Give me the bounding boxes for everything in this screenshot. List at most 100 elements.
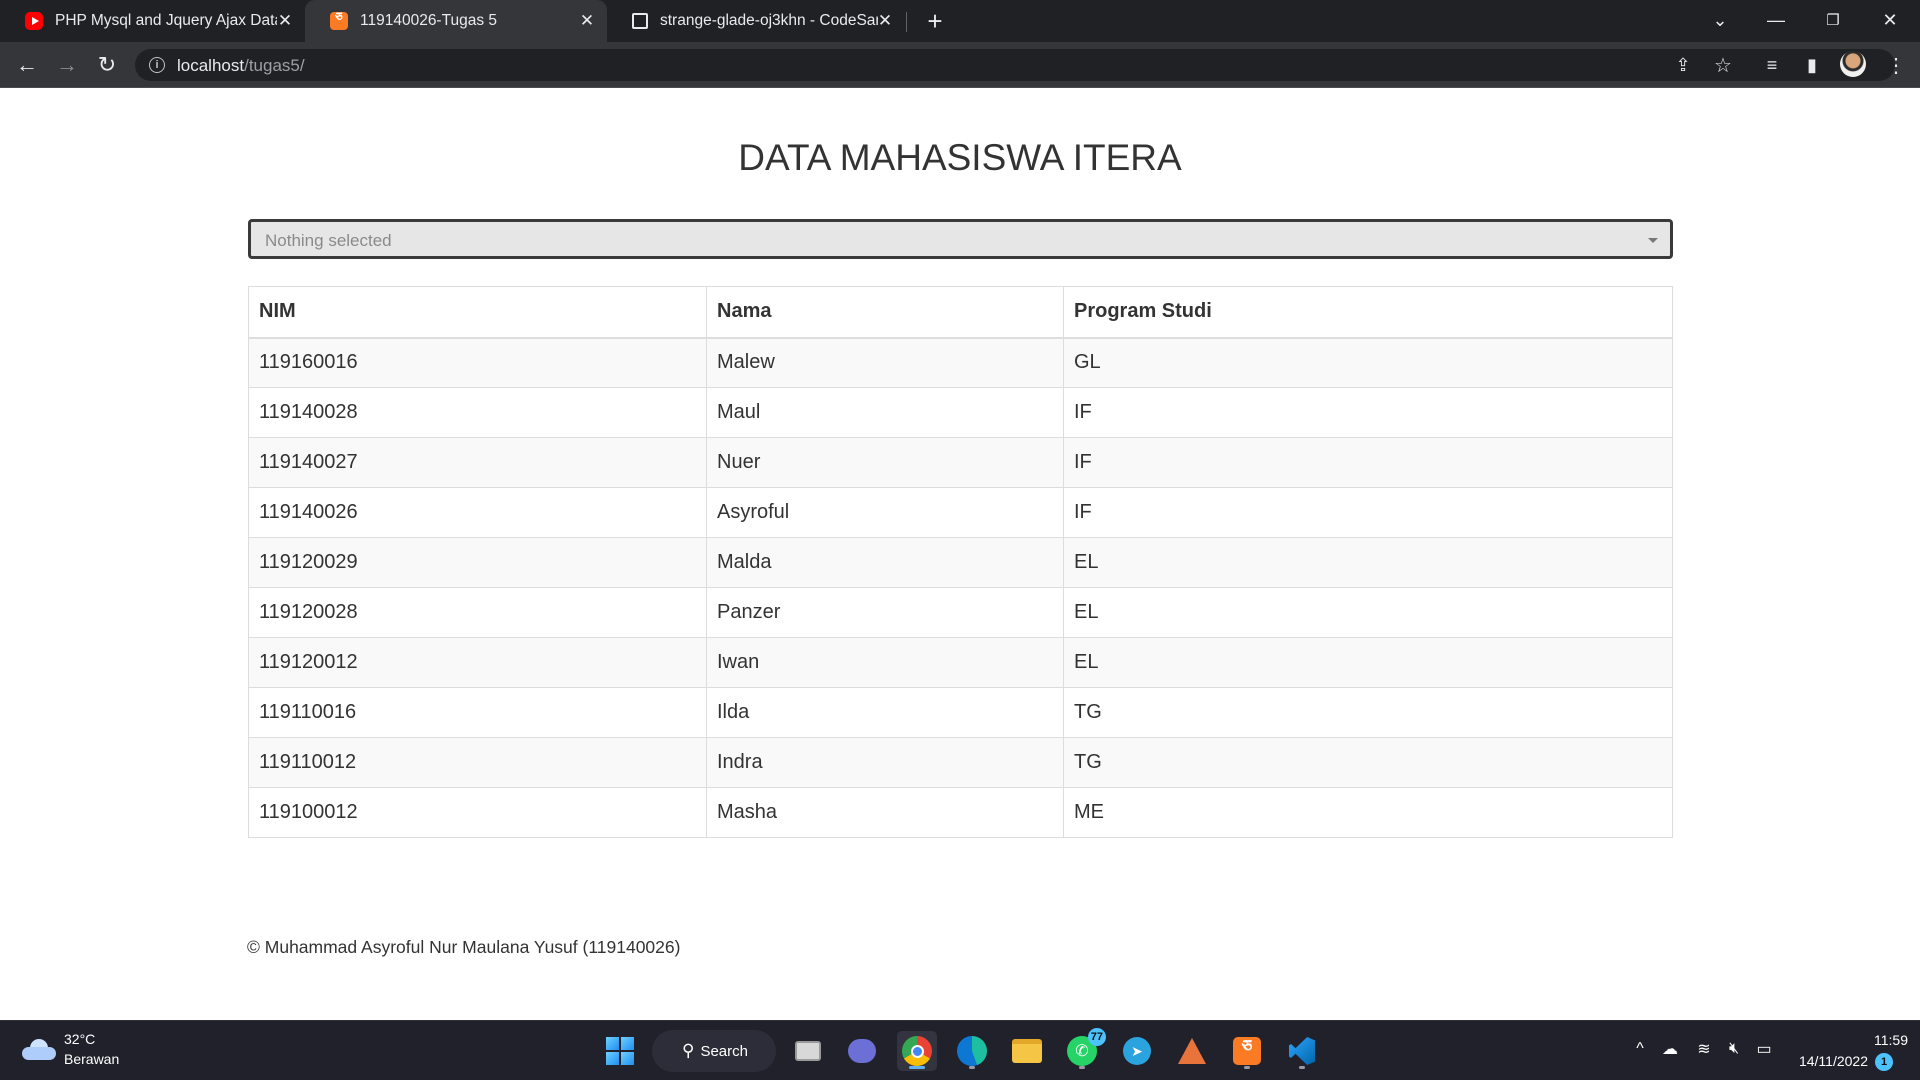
column-header-program-studi: Program Studi xyxy=(1063,286,1673,339)
address-bar[interactable]: i localhost/tugas5/ xyxy=(135,49,1895,81)
cell-program-studi: GL xyxy=(1063,337,1673,388)
tab-youtube[interactable]: PHP Mysql and Jquery Ajax Data ✕ xyxy=(0,0,305,42)
reload-icon[interactable]: ↻ xyxy=(91,49,123,81)
xampp-icon: ཅ xyxy=(330,10,348,30)
cell-program-studi: TG xyxy=(1063,737,1673,788)
bookmark-star-icon[interactable]: ☆ xyxy=(1707,49,1739,81)
cell-nama: Iwan xyxy=(706,637,1064,688)
teams-chat-button[interactable] xyxy=(842,1031,882,1071)
side-panel-icon[interactable]: ▮ xyxy=(1796,49,1828,81)
cell-nim: 119160016 xyxy=(248,337,707,388)
close-icon[interactable]: ✕ xyxy=(577,11,597,31)
chrome-icon xyxy=(902,1036,932,1066)
cell-program-studi: EL xyxy=(1063,637,1673,688)
weather-description[interactable]: Berawan xyxy=(64,1051,119,1067)
table-row: 119140026 Asyroful IF xyxy=(248,487,1673,538)
forward-arrow-icon[interactable]: → xyxy=(51,49,83,81)
clock-time[interactable]: 11:59 xyxy=(1834,1032,1908,1048)
cell-nim: 119140026 xyxy=(248,487,707,538)
windows-taskbar: 32°C Berawan ⚲ Search ✆ 77 ➤ ཅ ^ ☁ ≋ 🔇︎ … xyxy=(0,1020,1920,1080)
cell-nama: Asyroful xyxy=(706,487,1064,538)
battery-icon[interactable]: ▭ xyxy=(1750,1035,1778,1063)
filter-select-dropdown[interactable]: Nothing selected xyxy=(248,219,1673,259)
cell-nim: 119140028 xyxy=(248,387,707,438)
back-arrow-icon[interactable]: ← xyxy=(11,49,43,81)
chrome-taskbar-button[interactable] xyxy=(897,1031,937,1071)
cell-nim: 119120012 xyxy=(248,637,707,688)
tab-title: strange-glade-oj3khn - CodeSan xyxy=(660,12,878,29)
cell-nama: Malew xyxy=(706,337,1064,388)
table-row: 119140027 Nuer IF xyxy=(248,437,1673,488)
close-window-icon[interactable]: ✕ xyxy=(1862,0,1918,40)
share-icon[interactable]: ⇪ xyxy=(1667,49,1699,81)
running-indicator xyxy=(1299,1066,1305,1069)
close-icon[interactable]: ✕ xyxy=(275,11,295,31)
cell-program-studi: IF xyxy=(1063,487,1673,538)
cell-program-studi: EL xyxy=(1063,587,1673,638)
table-row: 119110016 Ilda TG xyxy=(248,687,1673,738)
cell-nim: 119140027 xyxy=(248,437,707,488)
cell-nama: Maul xyxy=(706,387,1064,438)
cell-nama: Panzer xyxy=(706,587,1064,638)
media-queue-icon[interactable]: ≡ xyxy=(1756,49,1788,81)
wifi-icon[interactable]: ≋ xyxy=(1690,1035,1718,1063)
weather-temperature[interactable]: 32°C xyxy=(64,1031,95,1047)
profile-avatar[interactable] xyxy=(1840,51,1866,77)
start-button[interactable] xyxy=(600,1031,640,1071)
browser-toolbar: ← → ↻ i localhost/tugas5/ ⇪ ☆ ≡ ▮ ⋮ xyxy=(0,42,1920,88)
codesandbox-icon xyxy=(632,13,648,29)
site-info-icon[interactable]: i xyxy=(149,57,165,73)
show-hidden-icons-chevron-icon[interactable]: ^ xyxy=(1626,1035,1654,1063)
browser-tabstrip: PHP Mysql and Jquery Ajax Data ✕ ཅ 11914… xyxy=(0,0,1920,42)
table-row: 119160016 Malew GL xyxy=(248,337,1673,388)
running-indicator xyxy=(1079,1066,1085,1069)
menu-kebab-icon[interactable]: ⋮ xyxy=(1880,49,1912,81)
cell-nim: 119110012 xyxy=(248,737,707,788)
search-label: Search xyxy=(700,1042,748,1060)
whatsapp-unread-badge: 77 xyxy=(1087,1028,1106,1046)
tab-separator xyxy=(906,12,907,32)
url-host: localhost xyxy=(177,56,245,75)
vscode-taskbar-button[interactable] xyxy=(1282,1031,1322,1071)
xampp-taskbar-button[interactable]: ཅ xyxy=(1227,1031,1267,1071)
minimize-icon[interactable]: — xyxy=(1748,0,1804,40)
whatsapp-taskbar-button[interactable]: ✆ 77 xyxy=(1062,1028,1106,1071)
new-tab-plus-icon[interactable]: + xyxy=(920,6,950,36)
telegram-icon: ➤ xyxy=(1123,1037,1151,1065)
cell-nama: Masha xyxy=(706,787,1064,838)
task-view-button[interactable] xyxy=(788,1031,828,1071)
file-explorer-taskbar-button[interactable] xyxy=(1007,1031,1047,1071)
column-header-nama: Nama xyxy=(706,286,1064,339)
edge-taskbar-button[interactable] xyxy=(952,1031,992,1071)
url-text: localhost/tugas5/ xyxy=(177,56,305,76)
teams-chat-icon xyxy=(848,1039,876,1063)
tab-search-chevron-icon[interactable]: ⌄ xyxy=(1692,0,1748,40)
tab-codesandbox[interactable]: strange-glade-oj3khn - CodeSan ✕ xyxy=(607,0,905,42)
table-header-row: NIM Nama Program Studi xyxy=(248,286,1673,339)
table-row: 119110012 Indra TG xyxy=(248,737,1673,788)
table-row: 119140028 Maul IF xyxy=(248,387,1673,438)
table-row: 119100012 Masha ME xyxy=(248,787,1673,838)
windows-logo-icon xyxy=(606,1037,634,1065)
task-view-icon xyxy=(795,1041,821,1061)
tab-active-tugas5[interactable]: ཅ 119140026-Tugas 5 ✕ xyxy=(305,0,607,42)
restore-icon[interactable]: ❐ xyxy=(1805,0,1861,40)
cell-nim: 119120028 xyxy=(248,587,707,638)
telegram-taskbar-button[interactable]: ➤ xyxy=(1117,1031,1157,1071)
close-icon[interactable]: ✕ xyxy=(875,11,895,31)
matlab-taskbar-button[interactable] xyxy=(1172,1031,1212,1071)
url-path: /tugas5/ xyxy=(244,56,305,75)
weather-cloud-icon[interactable] xyxy=(22,1039,56,1061)
cell-program-studi: EL xyxy=(1063,537,1673,588)
onedrive-cloud-icon[interactable]: ☁ xyxy=(1656,1035,1684,1063)
notification-count-badge[interactable]: 1 xyxy=(1875,1053,1893,1071)
clock-date[interactable]: 14/11/2022 xyxy=(1780,1053,1868,1069)
speaker-muted-icon[interactable]: 🔇︎ xyxy=(1720,1035,1748,1063)
running-indicator xyxy=(1244,1066,1250,1069)
taskbar-search-button[interactable]: ⚲ Search xyxy=(652,1030,776,1072)
xampp-icon: ཅ xyxy=(1233,1037,1261,1065)
cell-nama: Ilda xyxy=(706,687,1064,738)
matlab-icon xyxy=(1178,1038,1206,1064)
vscode-icon xyxy=(1289,1037,1315,1065)
folder-icon xyxy=(1012,1039,1042,1063)
